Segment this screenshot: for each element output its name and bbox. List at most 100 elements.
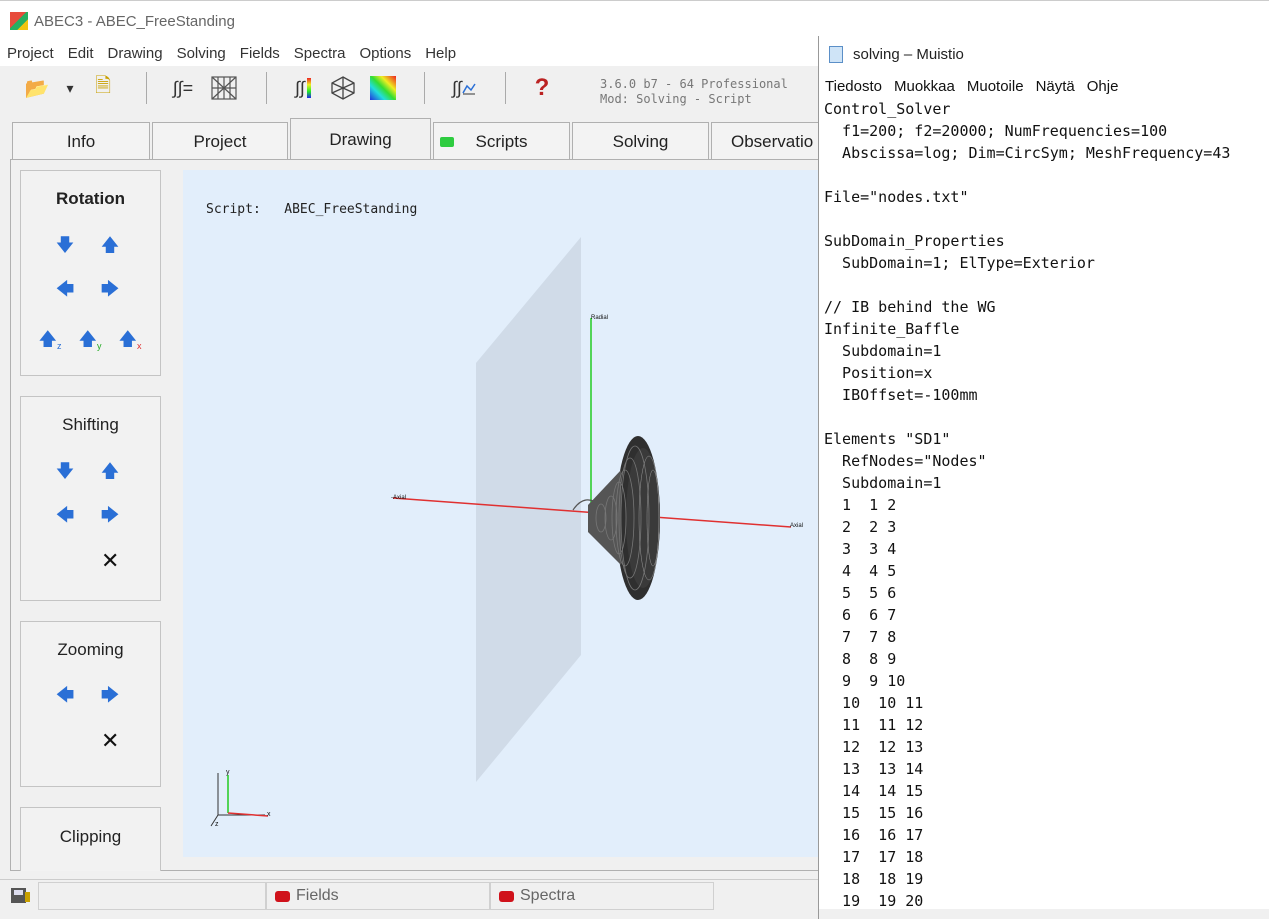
toolbar-separator bbox=[146, 72, 147, 104]
rotate-y-icon[interactable]: 🡅y bbox=[75, 330, 105, 351]
tab-drawing[interactable]: Drawing bbox=[290, 118, 431, 160]
version-info: 3.6.0 b7 - 64 Professional Mod: Solving … bbox=[600, 77, 788, 107]
zoom-reset-icon[interactable]: ✕ bbox=[101, 730, 119, 752]
notepad-menu-help[interactable]: Ohje bbox=[1081, 78, 1125, 95]
rotate-left-icon[interactable]: 🡄 bbox=[55, 280, 75, 298]
rotation-title: Rotation bbox=[56, 189, 125, 208]
shifting-title: Shifting bbox=[62, 415, 119, 434]
toolbar-separator bbox=[266, 72, 267, 104]
spectra-status-led bbox=[499, 890, 514, 902]
tab-project[interactable]: Project bbox=[152, 122, 288, 160]
zooming-title: Zooming bbox=[57, 640, 124, 659]
rotate-y-label: y bbox=[97, 341, 102, 351]
color-map-icon[interactable] bbox=[368, 72, 398, 104]
menu-drawing[interactable]: Drawing bbox=[101, 45, 170, 62]
rotate-up-icon[interactable]: 🡅 bbox=[100, 236, 120, 254]
clipping-panel: Clipping bbox=[20, 807, 161, 871]
shift-reset-icon[interactable]: ✕ bbox=[101, 550, 119, 572]
tab-solving[interactable]: Solving bbox=[572, 122, 709, 160]
notepad-menu-file[interactable]: Tiedosto bbox=[819, 78, 888, 95]
rotate-x-icon[interactable]: 🡅x bbox=[115, 330, 145, 351]
mode-line: Mod: Solving - Script bbox=[600, 92, 752, 106]
help-icon[interactable]: ? bbox=[528, 72, 556, 104]
tab-observation[interactable]: Observatio bbox=[711, 122, 818, 160]
wireframe-icon[interactable] bbox=[328, 72, 358, 104]
notepad-window: solving – Muistio Tiedosto Muokkaa Muoto… bbox=[818, 36, 1269, 919]
shifting-panel: Shifting 🡇 🡅 🡄 🡆 ✕ bbox=[20, 396, 161, 601]
abec-toolbar: 📂 ▾ 🗎 ∫∫= ∫∫ ∫∫ ? 3.6.0 b7 - 64 Professi… bbox=[0, 66, 818, 112]
x-axis-label: x bbox=[267, 811, 271, 818]
menu-fields[interactable]: Fields bbox=[233, 45, 287, 62]
open-dropdown-icon[interactable]: ▾ bbox=[62, 72, 78, 104]
shift-down-icon[interactable]: 🡇 bbox=[55, 462, 75, 480]
mesh-icon[interactable] bbox=[208, 72, 240, 104]
status-spectra[interactable]: Spectra bbox=[490, 882, 714, 910]
rotate-z-icon[interactable]: 🡅z bbox=[35, 330, 65, 351]
status-spectra-label: Spectra bbox=[520, 887, 576, 904]
menu-help[interactable]: Help bbox=[418, 45, 463, 62]
abec-titlebar: ABEC3 - ABEC_FreeStanding bbox=[0, 0, 1269, 40]
rotate-right-icon[interactable]: 🡆 bbox=[100, 280, 120, 298]
rotate-x-arrow-icon: 🡅 bbox=[118, 329, 137, 349]
notepad-titlebar: solving – Muistio bbox=[819, 36, 1269, 72]
spectra-integral-icon[interactable]: ∫∫ bbox=[446, 72, 482, 104]
statusbar: Fields Spectra bbox=[0, 879, 818, 919]
zoom-in-icon[interactable]: 🡆 bbox=[100, 686, 120, 704]
toolbar-separator bbox=[505, 72, 506, 104]
rotate-z-label: z bbox=[57, 341, 62, 351]
infinite-baffle-plane bbox=[476, 237, 581, 782]
status-cell bbox=[38, 882, 266, 910]
notepad-menubar: Tiedosto Muokkaa Muotoile Näytä Ohje bbox=[819, 74, 1269, 98]
tab-info[interactable]: Info bbox=[12, 122, 150, 160]
notepad-menu-view[interactable]: Näytä bbox=[1030, 78, 1081, 95]
shift-up-icon[interactable]: 🡅 bbox=[100, 462, 120, 480]
field-integral-label: ∫∫ bbox=[295, 77, 305, 98]
toolbar-separator bbox=[424, 72, 425, 104]
notepad-window-title: solving – Muistio bbox=[853, 46, 964, 63]
notepad-menu-edit[interactable]: Muokkaa bbox=[888, 78, 961, 95]
save-icon[interactable]: 🗎 bbox=[90, 72, 116, 104]
z-axis-label: z bbox=[215, 821, 219, 828]
drawing-viewport[interactable]: Script: ABEC_FreeStanding Radial -Axial … bbox=[183, 170, 818, 857]
zoom-out-icon[interactable]: 🡄 bbox=[55, 686, 75, 704]
zooming-panel: Zooming 🡄 🡆 ✕ bbox=[20, 621, 161, 787]
status-fields-label: Fields bbox=[296, 887, 339, 904]
rotate-y-arrow-icon: 🡅 bbox=[78, 329, 97, 349]
axial-negative-label: -Axial bbox=[391, 495, 406, 501]
menu-options[interactable]: Options bbox=[353, 45, 419, 62]
field-integral-icon[interactable]: ∫∫ bbox=[288, 72, 318, 104]
rotate-z-arrow-icon: 🡅 bbox=[38, 329, 57, 349]
abec-app-icon bbox=[10, 12, 28, 30]
shift-left-icon[interactable]: 🡄 bbox=[55, 506, 75, 524]
abec-window-title: ABEC3 - ABEC_FreeStanding bbox=[34, 13, 235, 30]
model-3d-view: Radial -Axial Axial x y z bbox=[210, 237, 803, 828]
scripts-status-led bbox=[440, 137, 454, 147]
status-fields[interactable]: Fields bbox=[266, 882, 490, 910]
menu-spectra[interactable]: Spectra bbox=[287, 45, 353, 62]
axial-positive-label: Axial bbox=[790, 523, 803, 529]
disk-status-icon bbox=[10, 886, 32, 906]
shift-right-icon[interactable]: 🡆 bbox=[100, 506, 120, 524]
tab-scripts[interactable]: Scripts bbox=[433, 122, 570, 160]
notepad-menu-format[interactable]: Muotoile bbox=[961, 78, 1030, 95]
menu-solving[interactable]: Solving bbox=[170, 45, 233, 62]
version-line: 3.6.0 b7 - 64 Professional bbox=[600, 77, 788, 91]
open-folder-icon[interactable]: 📂 bbox=[22, 72, 52, 104]
waveguide-mesh bbox=[588, 436, 660, 600]
rotation-panel: Rotation 🡇 🡅 🡄 🡆 🡅z 🡅y 🡅x bbox=[20, 170, 161, 376]
notepad-text-area[interactable]: Control_Solver f1=200; f2=20000; NumFreq… bbox=[824, 98, 1269, 908]
tab-strip: Info Project Drawing Scripts Solving Obs… bbox=[0, 118, 818, 160]
notepad-icon bbox=[829, 46, 843, 63]
y-axis-label: y bbox=[226, 769, 230, 776]
abec-menubar: Project Edit Drawing Solving Fields Spec… bbox=[0, 40, 818, 66]
notepad-horizontal-scrollbar[interactable] bbox=[819, 909, 1269, 919]
rotate-x-label: x bbox=[137, 341, 142, 351]
spectra-integral-label: ∫∫ bbox=[452, 77, 462, 98]
clipping-title: Clipping bbox=[59, 827, 122, 846]
radial-axis-label: Radial bbox=[591, 315, 608, 321]
menu-edit[interactable]: Edit bbox=[61, 45, 101, 62]
solve-integral-icon[interactable]: ∫∫= bbox=[166, 72, 200, 104]
rotate-down-icon[interactable]: 🡇 bbox=[55, 236, 75, 254]
tab-scripts-label: Scripts bbox=[475, 131, 528, 151]
menu-project[interactable]: Project bbox=[0, 45, 61, 62]
